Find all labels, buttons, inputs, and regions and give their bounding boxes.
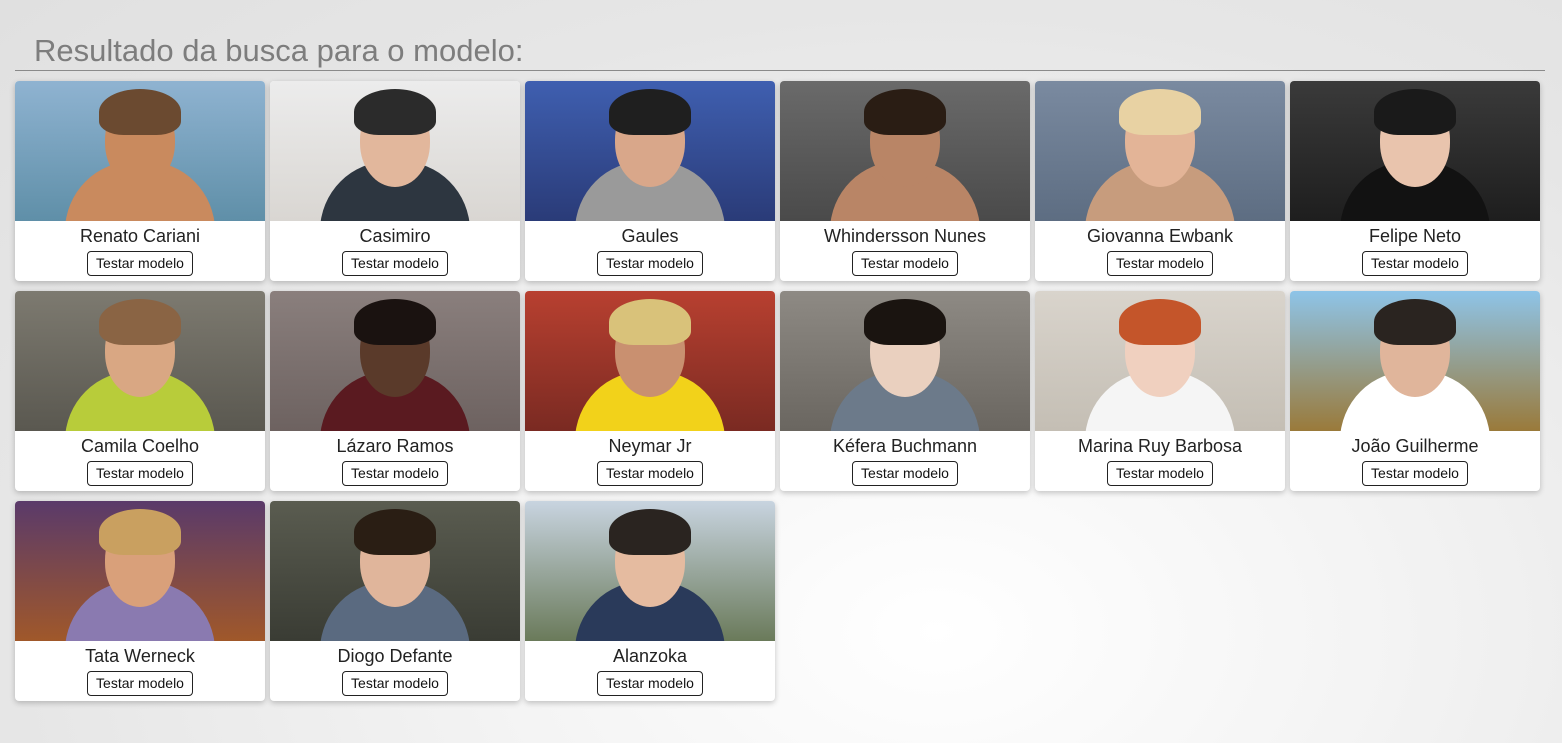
model-name: Gaules (621, 226, 679, 246)
test-model-button[interactable]: Testar modelo (87, 671, 193, 696)
page-title: Resultado da busca para o modelo: (34, 33, 524, 68)
model-card: Lázaro Ramos Testar modelo (270, 291, 520, 491)
model-card: Giovanna Ewbank Testar modelo (1035, 81, 1285, 281)
model-photo (270, 291, 520, 431)
model-photo (15, 501, 265, 641)
model-name: Felipe Neto (1368, 226, 1462, 246)
test-model-button[interactable]: Testar modelo (342, 461, 448, 486)
model-name: Marina Ruy Barbosa (1077, 436, 1243, 456)
test-model-button[interactable]: Testar modelo (597, 671, 703, 696)
model-card: Gaules Testar modelo (525, 81, 775, 281)
test-model-button[interactable]: Testar modelo (852, 251, 958, 276)
test-model-button[interactable]: Testar modelo (1107, 251, 1213, 276)
model-card: Camila Coelho Testar modelo (15, 291, 265, 491)
model-name: Alanzoka (612, 646, 688, 666)
model-card: Marina Ruy Barbosa Testar modelo (1035, 291, 1285, 491)
model-photo (15, 81, 265, 221)
model-card: Kéfera Buchmann Testar modelo (780, 291, 1030, 491)
model-photo (780, 291, 1030, 431)
test-model-button[interactable]: Testar modelo (1362, 461, 1468, 486)
model-photo (270, 501, 520, 641)
model-card: Alanzoka Testar modelo (525, 501, 775, 701)
test-model-button[interactable]: Testar modelo (597, 461, 703, 486)
model-photo (780, 81, 1030, 221)
model-name: Diogo Defante (337, 646, 453, 666)
model-card: Tata Werneck Testar modelo (15, 501, 265, 701)
model-name: Kéfera Buchmann (832, 436, 978, 456)
model-card: Casimiro Testar modelo (270, 81, 520, 281)
model-name: Renato Cariani (79, 226, 201, 246)
results-grid: Renato Cariani Testar modelo Casimiro Te… (15, 81, 1545, 701)
model-photo (1035, 81, 1285, 221)
test-model-button[interactable]: Testar modelo (852, 461, 958, 486)
model-card: Renato Cariani Testar modelo (15, 81, 265, 281)
title-divider (15, 70, 1545, 71)
test-model-button[interactable]: Testar modelo (342, 251, 448, 276)
model-name: Giovanna Ewbank (1086, 226, 1234, 246)
model-name: João Guilherme (1351, 436, 1479, 456)
model-card: João Guilherme Testar modelo (1290, 291, 1540, 491)
test-model-button[interactable]: Testar modelo (342, 671, 448, 696)
model-card: Whindersson Nunes Testar modelo (780, 81, 1030, 281)
test-model-button[interactable]: Testar modelo (87, 461, 193, 486)
model-name: Whindersson Nunes (823, 226, 987, 246)
model-photo (270, 81, 520, 221)
test-model-button[interactable]: Testar modelo (1107, 461, 1213, 486)
model-photo (525, 501, 775, 641)
model-photo (525, 81, 775, 221)
model-photo (525, 291, 775, 431)
model-card: Felipe Neto Testar modelo (1290, 81, 1540, 281)
model-photo (1290, 291, 1540, 431)
model-photo (15, 291, 265, 431)
model-photo (1290, 81, 1540, 221)
model-card: Diogo Defante Testar modelo (270, 501, 520, 701)
model-photo (1035, 291, 1285, 431)
test-model-button[interactable]: Testar modelo (87, 251, 193, 276)
test-model-button[interactable]: Testar modelo (1362, 251, 1468, 276)
model-card: Neymar Jr Testar modelo (525, 291, 775, 491)
model-name: Casimiro (359, 226, 431, 246)
model-name: Camila Coelho (80, 436, 200, 456)
model-name: Neymar Jr (608, 436, 692, 456)
test-model-button[interactable]: Testar modelo (597, 251, 703, 276)
model-name: Tata Werneck (85, 646, 195, 666)
model-name: Lázaro Ramos (336, 436, 454, 456)
